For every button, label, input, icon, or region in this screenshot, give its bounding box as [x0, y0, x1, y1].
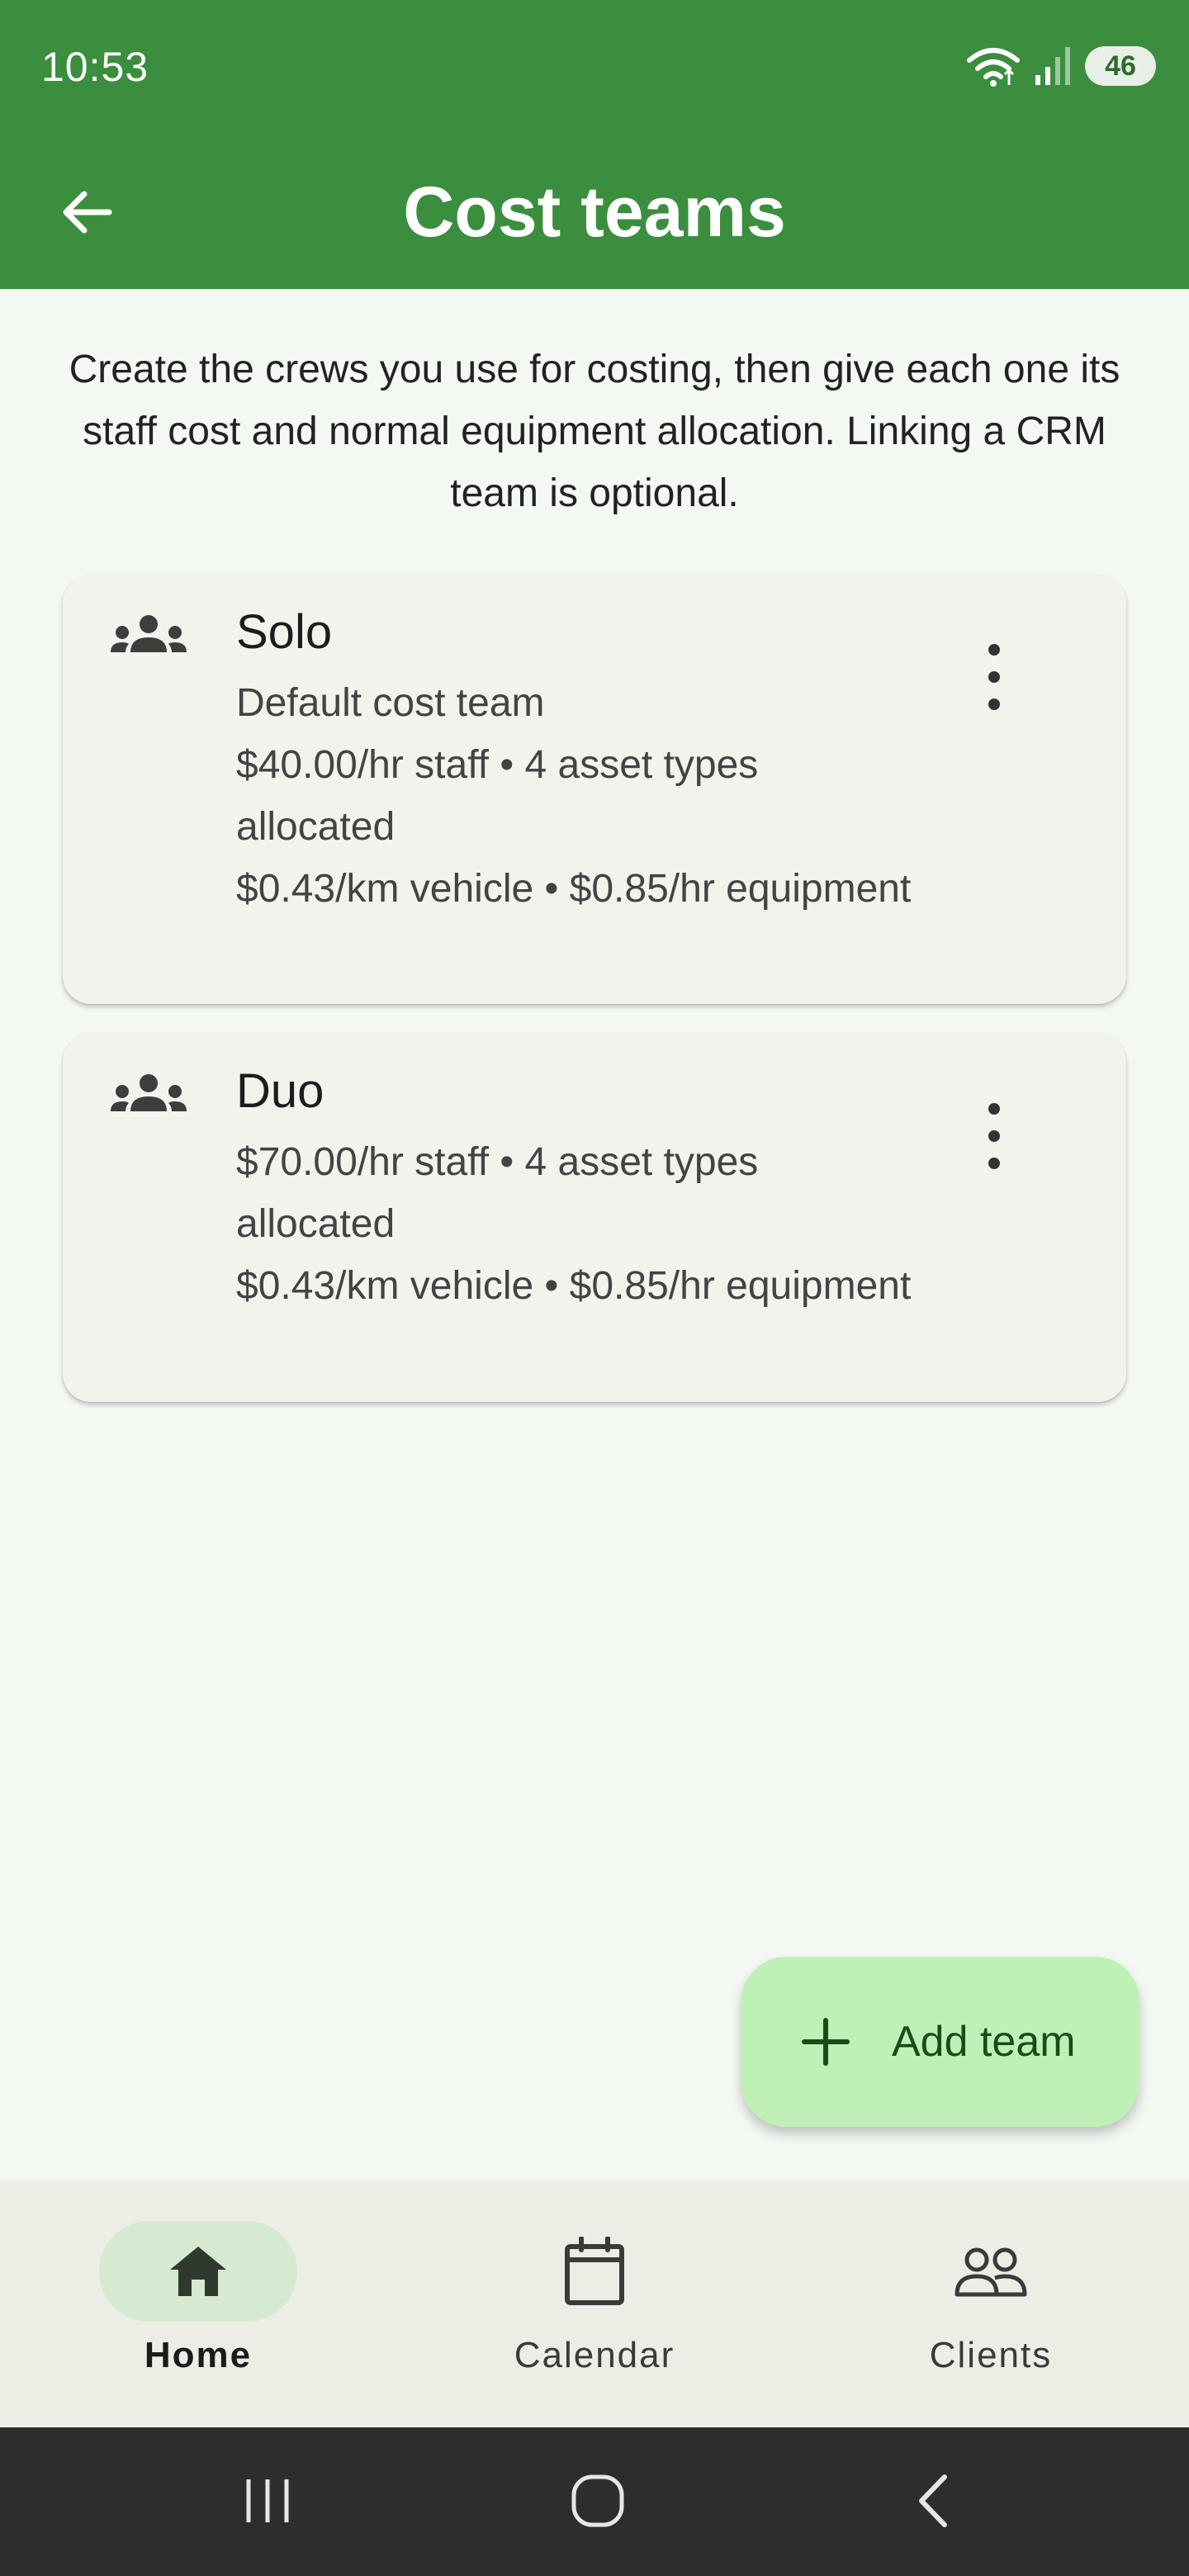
home-icon — [170, 2247, 226, 2296]
people-icon — [955, 2247, 1027, 2297]
team-name: Solo — [236, 605, 333, 659]
status-bar: 10:53 46 — [0, 0, 1189, 134]
team-detail-line: $0.43/km vehicle • $0.85/hr equipment — [236, 1264, 912, 1308]
status-icons: 46 — [966, 41, 1156, 91]
intro-text: Create the crews you use for costing, th… — [69, 348, 1120, 515]
team-detail-line: $70.00/hr staff • 4 asset types allocate… — [236, 1140, 759, 1246]
team-detail-line: $0.43/km vehicle • $0.85/hr equipment — [236, 867, 912, 911]
add-team-label: Add team — [892, 2018, 1076, 2066]
wifi-icon — [967, 48, 1020, 87]
more-options-icon[interactable] — [978, 644, 1011, 710]
nav-label-clients: Clients — [929, 2335, 1053, 2375]
team-detail-line: $40.00/hr staff • 4 asset types allocate… — [236, 743, 759, 849]
battery-indicator: 46 — [1085, 46, 1156, 86]
nav-label-home: Home — [144, 2335, 253, 2375]
team-card-duo[interactable]: Duo $70.00/hr staff • 4 asset types allo… — [63, 1034, 1126, 1402]
add-team-button[interactable]: Add team — [741, 1957, 1139, 2127]
team-detail-line: Default cost team — [236, 681, 545, 725]
groups-icon — [111, 1074, 187, 1111]
team-details: Default cost team $40.00/hr staff • 4 as… — [236, 672, 913, 920]
home-system-button[interactable] — [548, 2464, 647, 2538]
nav-active-indicator — [99, 2221, 297, 2322]
recent-apps-button[interactable] — [218, 2464, 317, 2538]
back-chevron-icon — [919, 2474, 947, 2527]
status-time: 10:53 — [41, 44, 149, 90]
nav-item-home[interactable]: Home — [74, 2221, 322, 2376]
groups-icon — [111, 615, 187, 652]
nav-item-calendar[interactable]: Calendar — [471, 2221, 718, 2376]
plus-icon — [802, 2018, 850, 2066]
team-name: Duo — [236, 1064, 324, 1118]
nav-icon-container — [892, 2221, 1090, 2322]
team-details: $70.00/hr staff • 4 asset types allocate… — [236, 1131, 913, 1317]
signal-icon — [1035, 47, 1070, 85]
recents-icon — [246, 2479, 289, 2522]
app-bar: Cost teams — [0, 134, 1189, 289]
system-navigation-bar — [0, 2427, 1189, 2576]
page-title: Cost teams — [403, 173, 786, 252]
nav-label-calendar: Calendar — [514, 2335, 675, 2375]
more-options-icon[interactable] — [978, 1103, 1011, 1169]
team-card-solo[interactable]: Solo Default cost team $40.00/hr staff •… — [63, 575, 1126, 1004]
back-system-button[interactable] — [883, 2464, 983, 2538]
nav-icon-container — [495, 2221, 694, 2322]
calendar-icon — [565, 2237, 624, 2305]
home-circle-icon — [571, 2474, 624, 2527]
bottom-navigation: Home Calendar Clients — [0, 2180, 1189, 2427]
nav-item-clients[interactable]: Clients — [867, 2221, 1115, 2376]
